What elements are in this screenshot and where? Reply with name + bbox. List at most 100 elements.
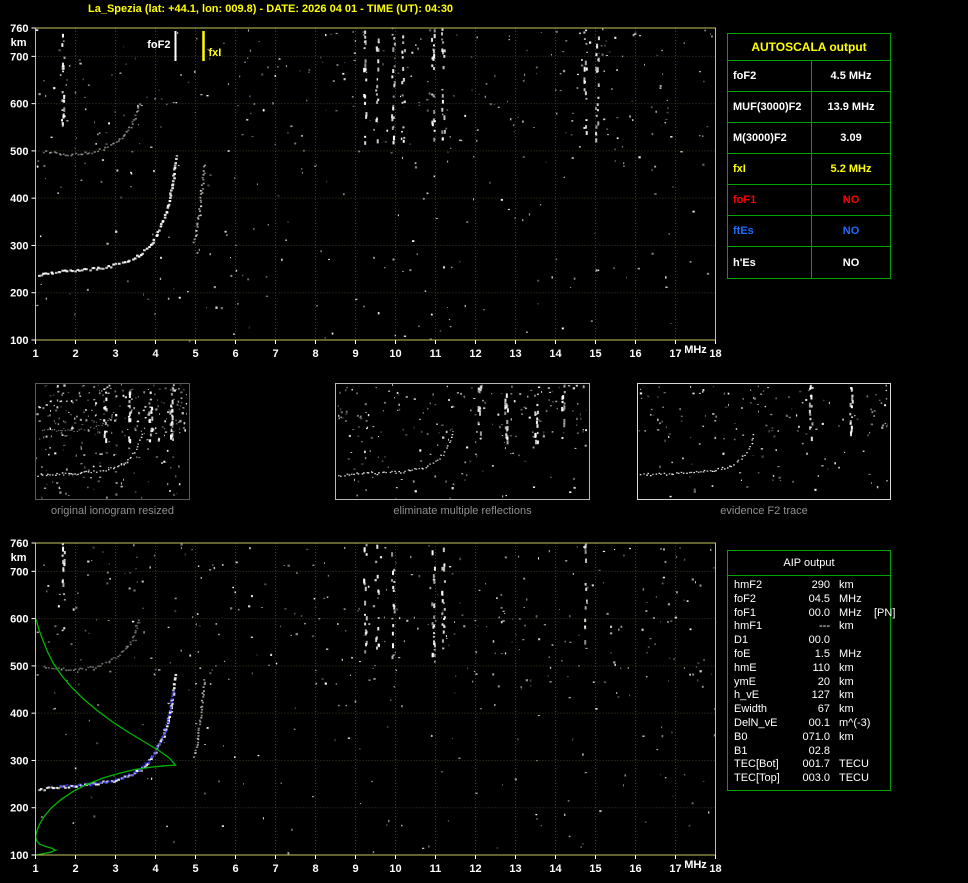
svg-text:16: 16 [629, 863, 641, 875]
svg-text:13: 13 [509, 348, 521, 360]
aip-row: B0 071.0 km [728, 731, 890, 745]
svg-text:17: 17 [669, 863, 681, 875]
param-value: NO [842, 225, 860, 237]
param-value: 13.9 MHz [827, 101, 875, 113]
param-unit: km [839, 661, 854, 674]
param-label: M(3000)F2 [728, 123, 812, 153]
param-note [874, 758, 887, 772]
svg-text:2: 2 [72, 863, 78, 875]
svg-text:15: 15 [589, 348, 601, 360]
param-value: 003.0 [802, 772, 830, 785]
autoscala-row: M(3000)F2 3.09 [728, 123, 890, 154]
svg-text:700: 700 [10, 51, 28, 63]
autoscala-row: foF2 4.5 MHz [728, 61, 890, 92]
param-unit: km [839, 620, 854, 633]
autoscala-row: foF1 NO [728, 185, 890, 216]
svg-text:2: 2 [72, 348, 78, 360]
svg-text:km: km [11, 37, 27, 49]
aip-row: TEC[Bot] 001.7 TECU [728, 758, 890, 772]
svg-text:400: 400 [10, 708, 28, 720]
param-value: 110 [812, 661, 830, 674]
thumbnail-caption: evidence F2 trace [720, 505, 808, 517]
param-label: B0 [734, 730, 748, 743]
aip-row: D1 00.0 [728, 634, 890, 648]
param-label: MUF(3000)F2 [728, 92, 812, 122]
svg-text:7: 7 [272, 863, 278, 875]
param-value: 00.0 [808, 634, 830, 647]
svg-text:10: 10 [389, 348, 401, 360]
ionogram-plot-svg: 1 2 3 4 5 6 7 8 9 10 11 12 13 14 15 16 17 18MHz7607006005… [10, 23, 721, 360]
param-unit: km [839, 675, 854, 688]
param-unit: TECU [839, 758, 869, 771]
svg-text:18: 18 [709, 863, 721, 875]
param-value: 5.2 MHz [830, 163, 872, 175]
ionogram-plot-svg [638, 384, 890, 498]
svg-text:300: 300 [10, 755, 28, 767]
aip-table-title: AIP output [728, 551, 890, 576]
param-unit: MHz [839, 647, 862, 660]
autoscala-row: h'Es NO [728, 247, 890, 278]
aip-row: TEC[Top] 003.0 TECU [728, 772, 890, 786]
svg-text:10: 10 [389, 863, 401, 875]
svg-text:14: 14 [549, 348, 562, 360]
param-note [874, 772, 887, 786]
aip-row: B1 02.8 [728, 745, 890, 759]
svg-text:11: 11 [430, 863, 442, 875]
thumbnail-caption: original ionogram resized [51, 505, 174, 517]
param-note [874, 662, 887, 676]
svg-text:100: 100 [10, 335, 28, 347]
param-unit: TECU [839, 772, 869, 785]
param-label: foF1 [734, 606, 757, 619]
svg-text:MHz: MHz [684, 859, 707, 871]
param-note [874, 676, 887, 690]
svg-text:16: 16 [629, 348, 641, 360]
aip-row: foE 1.5 MHz [728, 648, 890, 662]
param-label: foF2 [728, 61, 812, 91]
autoscala-row: MUF(3000)F2 13.9 MHz [728, 92, 890, 123]
thumbnail-eliminate-reflections [335, 383, 590, 501]
param-label: foE [734, 647, 751, 660]
svg-text:760: 760 [10, 23, 28, 35]
aip-row: foF1 00.0 MHz [PN] [728, 606, 895, 621]
thumbnail-evidence-f2-trace [637, 383, 891, 500]
param-label: h'Es [728, 247, 812, 278]
param-label: B1 [734, 744, 748, 757]
svg-text:600: 600 [10, 614, 28, 626]
svg-text:6: 6 [232, 348, 238, 360]
param-unit: MHz [839, 606, 862, 619]
station-title: La_Spezia (lat: +44.1, lon: 009.8) - DAT… [88, 3, 454, 15]
param-unit: km [839, 579, 854, 591]
param-label: TEC[Top] [734, 772, 780, 785]
svg-text:200: 200 [10, 803, 28, 815]
svg-text:300: 300 [10, 240, 28, 252]
param-value: 127 [811, 689, 830, 702]
svg-text:760: 760 [10, 538, 28, 550]
svg-text:17: 17 [669, 348, 681, 360]
param-note [874, 731, 887, 745]
param-value: 20 [817, 675, 830, 688]
aip-row: DelN_vE 00.1 m^(-3) [728, 717, 890, 731]
param-label: foF2 [734, 592, 757, 605]
param-unit: m^(-3) [839, 716, 871, 729]
param-label: ymE [734, 675, 756, 688]
autoscala-row: fxI 5.2 MHz [728, 154, 890, 185]
svg-text:MHz: MHz [684, 344, 707, 356]
aip-row: hmF2 290 km [728, 579, 890, 593]
param-label: h_vE [734, 689, 760, 702]
svg-text:5: 5 [192, 863, 198, 875]
param-label: hmF1 [734, 620, 763, 633]
aip-row: h_vE 127 km [728, 689, 890, 703]
svg-text:fxI: fxI [209, 47, 222, 59]
svg-text:6: 6 [232, 863, 238, 875]
param-value: 00.1 [808, 716, 830, 729]
svg-text:18: 18 [709, 348, 721, 360]
svg-text:13: 13 [509, 863, 521, 875]
param-value: 3.09 [840, 132, 862, 144]
svg-text:7: 7 [272, 348, 278, 360]
param-unit: MHz [839, 592, 862, 605]
svg-text:3: 3 [112, 348, 118, 360]
aip-row: foF2 04.5 MHz [728, 593, 890, 607]
aip-table-rows: hmF2 290 km foF2 04.5 MHz foF1 00.0 MHz [PN] hmF1 -… [728, 576, 895, 790]
svg-text:700: 700 [10, 566, 28, 578]
svg-text:200: 200 [10, 288, 28, 300]
